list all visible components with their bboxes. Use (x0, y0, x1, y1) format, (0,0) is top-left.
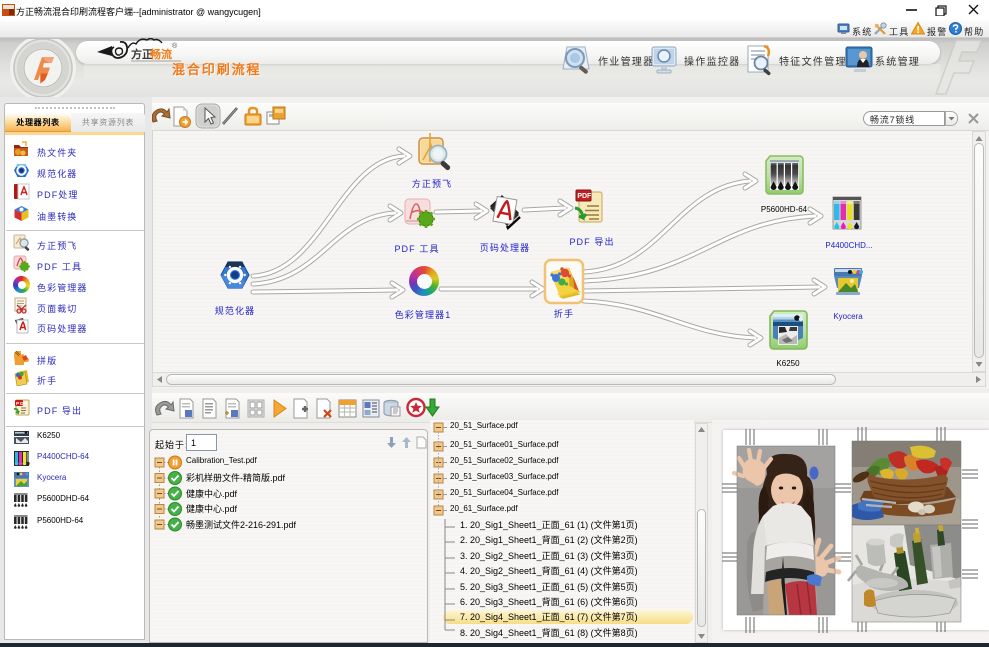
svg-text:畅流: 畅流 (150, 47, 172, 61)
svg-text:PDF: PDF (16, 401, 28, 406)
svg-text:®: ® (172, 42, 178, 50)
svg-text:PDF: PDF (577, 193, 592, 200)
